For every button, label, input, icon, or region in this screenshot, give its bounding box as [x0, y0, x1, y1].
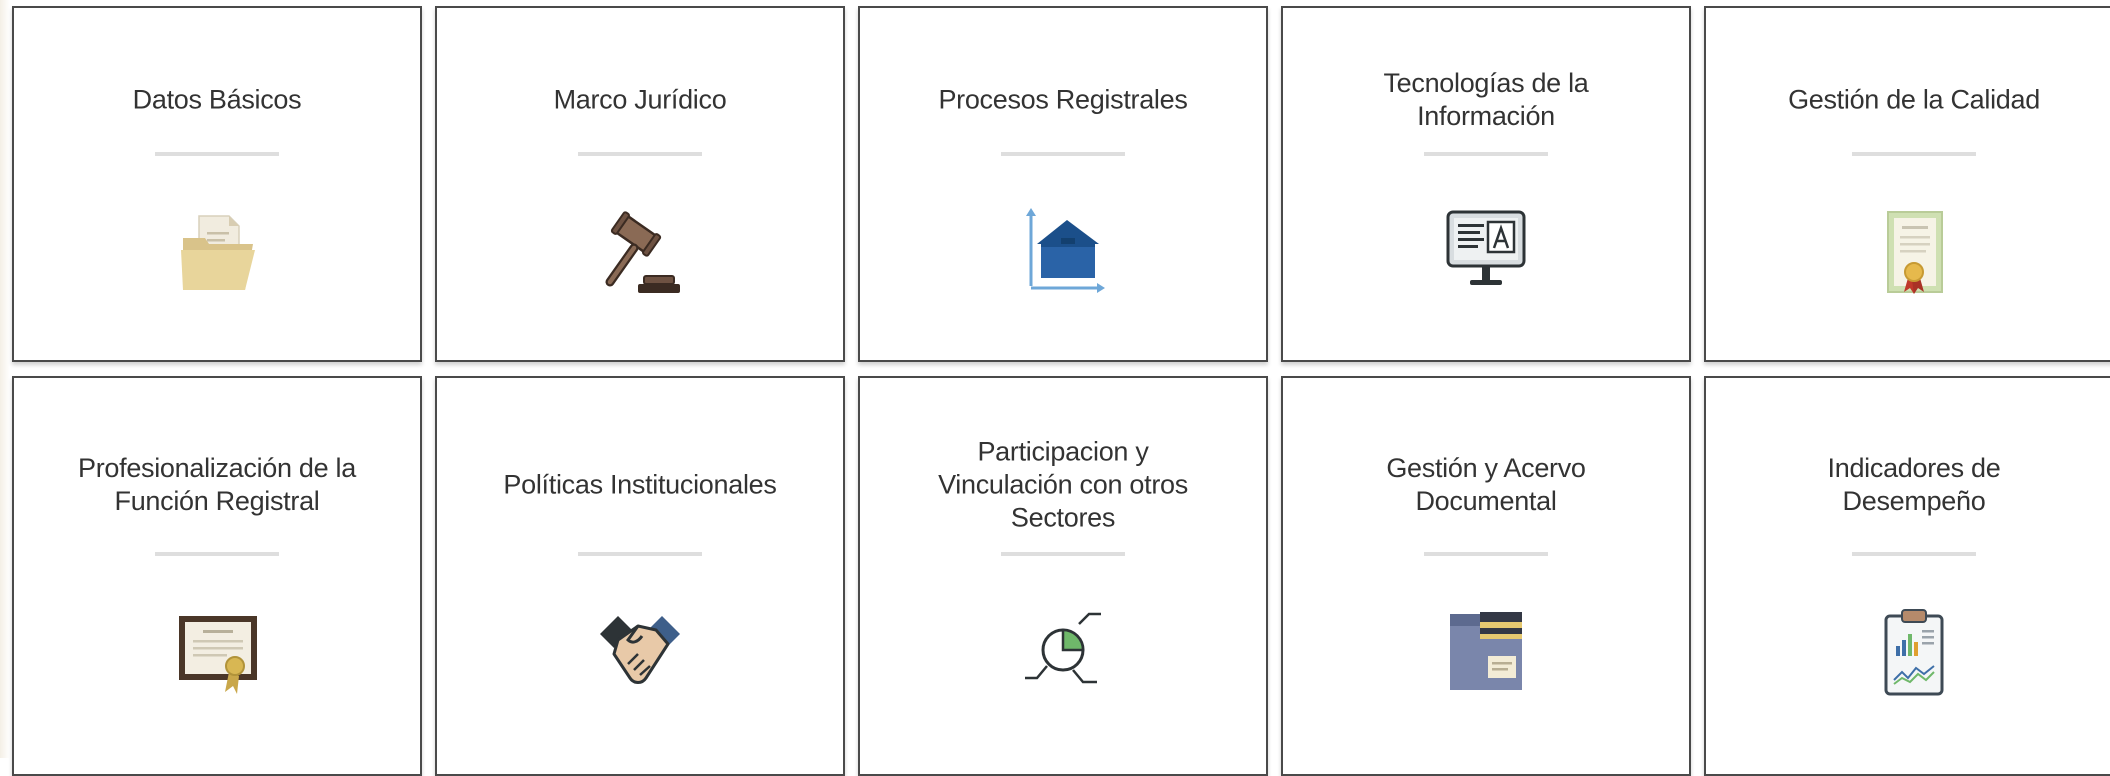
file-folder-icon — [1444, 608, 1528, 696]
card-participacion[interactable]: Participacion y Vinculación con otros Se… — [858, 376, 1268, 776]
module-grid: Datos Básicos Marco Jurídico Procesos Re… — [0, 0, 2110, 776]
card-title: Políticas Institucionales — [503, 469, 777, 500]
card-title: Marco Jurídico — [553, 84, 727, 115]
pie-connect-icon — [1021, 608, 1105, 696]
title-divider — [1001, 552, 1125, 556]
card-indicadores[interactable]: Indicadores de Desempeño — [1704, 376, 2110, 776]
title-divider — [155, 552, 279, 556]
monitor-icon — [1444, 208, 1528, 296]
title-divider — [1424, 152, 1548, 156]
title-divider — [1852, 152, 1976, 156]
card-tecnologias[interactable]: Tecnologías de la Información — [1281, 6, 1691, 362]
card-profesionalizacion[interactable]: Profesionalización de la Función Registr… — [12, 376, 422, 776]
card-politicas[interactable]: Políticas Institucionales — [435, 376, 845, 776]
title-divider — [1001, 152, 1125, 156]
card-title: Profesionalización de la Función Registr… — [78, 453, 356, 516]
card-title: Datos Básicos — [132, 84, 302, 115]
certificate-icon — [1872, 208, 1956, 296]
title-divider — [1424, 552, 1548, 556]
handshake-icon — [598, 608, 682, 696]
card-title: Gestión y Acervo Documental — [1386, 453, 1586, 516]
card-procesos-registrales[interactable]: Procesos Registrales — [858, 6, 1268, 362]
card-title: Indicadores de Desempeño — [1827, 453, 2001, 516]
folder-icon — [175, 208, 259, 296]
card-title: Participacion y Vinculación con otros Se… — [938, 436, 1188, 533]
card-marco-juridico[interactable]: Marco Jurídico — [435, 6, 845, 362]
card-gestion-acervo[interactable]: Gestión y Acervo Documental — [1281, 376, 1691, 776]
card-title: Tecnologías de la Información — [1383, 68, 1589, 131]
house-measure-icon — [1021, 208, 1105, 296]
title-divider — [1852, 552, 1976, 556]
title-divider — [578, 552, 702, 556]
card-title: Gestión de la Calidad — [1788, 84, 2040, 115]
title-divider — [155, 152, 279, 156]
card-datos-basicos[interactable]: Datos Básicos — [12, 6, 422, 362]
clipboard-chart-icon — [1872, 608, 1956, 696]
card-title: Procesos Registrales — [938, 84, 1188, 115]
diploma-icon — [175, 608, 259, 696]
title-divider — [578, 152, 702, 156]
card-gestion-calidad[interactable]: Gestión de la Calidad — [1704, 6, 2110, 362]
gavel-icon — [598, 208, 682, 296]
